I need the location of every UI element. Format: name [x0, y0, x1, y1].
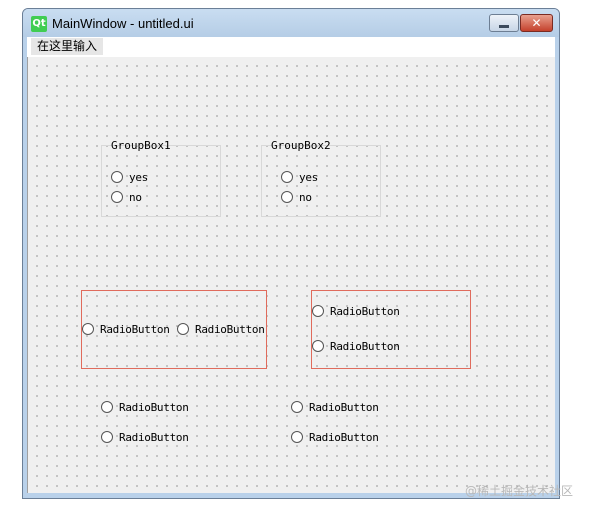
menu-type-here-item[interactable]: 在这里输入 [31, 38, 104, 55]
free-radio-left-2[interactable]: RadioButton [101, 429, 189, 445]
radio-circle-icon [82, 323, 94, 335]
radio-circle-icon [281, 171, 293, 183]
radio-circle-icon [291, 401, 303, 413]
menu-bar: 在这里输入 [27, 37, 555, 57]
radio-circle-icon [291, 431, 303, 443]
radio-circle-icon [281, 191, 293, 203]
main-window: Qt MainWindow - untitled.ui ✕ 在这里输入 Grou… [22, 8, 560, 499]
groupbox-1-no-radio[interactable]: no [111, 189, 142, 205]
groupbox-1-yes-radio[interactable]: yes [111, 169, 148, 185]
minimize-button[interactable] [489, 14, 519, 32]
groupbox-2-title: GroupBox2 [271, 139, 331, 152]
radio-label: RadioButton [119, 400, 189, 414]
radio-label: RadioButton [195, 322, 265, 336]
free-radio-right-2[interactable]: RadioButton [291, 429, 379, 445]
qt-logo-icon: Qt [31, 16, 47, 32]
close-button[interactable]: ✕ [520, 14, 553, 32]
groupbox-2-yes-radio[interactable]: yes [281, 169, 318, 185]
radio-label: no [129, 190, 142, 204]
radio-circle-icon [111, 171, 123, 183]
radio-label: yes [129, 170, 148, 184]
groupbox-1-title: GroupBox1 [111, 139, 171, 152]
radio-circle-icon [177, 323, 189, 335]
radio-label: RadioButton [309, 400, 379, 414]
radio-circle-icon [101, 431, 113, 443]
radio-label: RadioButton [330, 304, 400, 318]
title-bar[interactable]: Qt MainWindow - untitled.ui ✕ [23, 9, 559, 37]
vlayout-radio-2[interactable]: RadioButton [312, 338, 400, 354]
free-radio-left-1[interactable]: RadioButton [101, 399, 189, 415]
free-radio-right-1[interactable]: RadioButton [291, 399, 379, 415]
hlayout-radio-1[interactable]: RadioButton [82, 321, 170, 337]
radio-label: RadioButton [100, 322, 170, 336]
design-canvas[interactable]: GroupBox1 yes no GroupBox2 yes no RadioB… [27, 57, 555, 493]
vertical-layout[interactable] [311, 290, 471, 369]
watermark: @稀土掘金技术社区 [465, 484, 574, 498]
vlayout-radio-1[interactable]: RadioButton [312, 303, 400, 319]
hlayout-radio-2[interactable]: RadioButton [177, 321, 265, 337]
radio-label: yes [299, 170, 318, 184]
window-title: MainWindow - untitled.ui [52, 16, 194, 31]
minimize-icon [499, 25, 509, 28]
radio-circle-icon [312, 305, 324, 317]
radio-label: no [299, 190, 312, 204]
radio-label: RadioButton [309, 430, 379, 444]
radio-circle-icon [312, 340, 324, 352]
groupbox-2[interactable] [261, 145, 381, 217]
radio-circle-icon [111, 191, 123, 203]
radio-label: RadioButton [330, 339, 400, 353]
radio-label: RadioButton [119, 430, 189, 444]
groupbox-2-no-radio[interactable]: no [281, 189, 312, 205]
radio-circle-icon [101, 401, 113, 413]
